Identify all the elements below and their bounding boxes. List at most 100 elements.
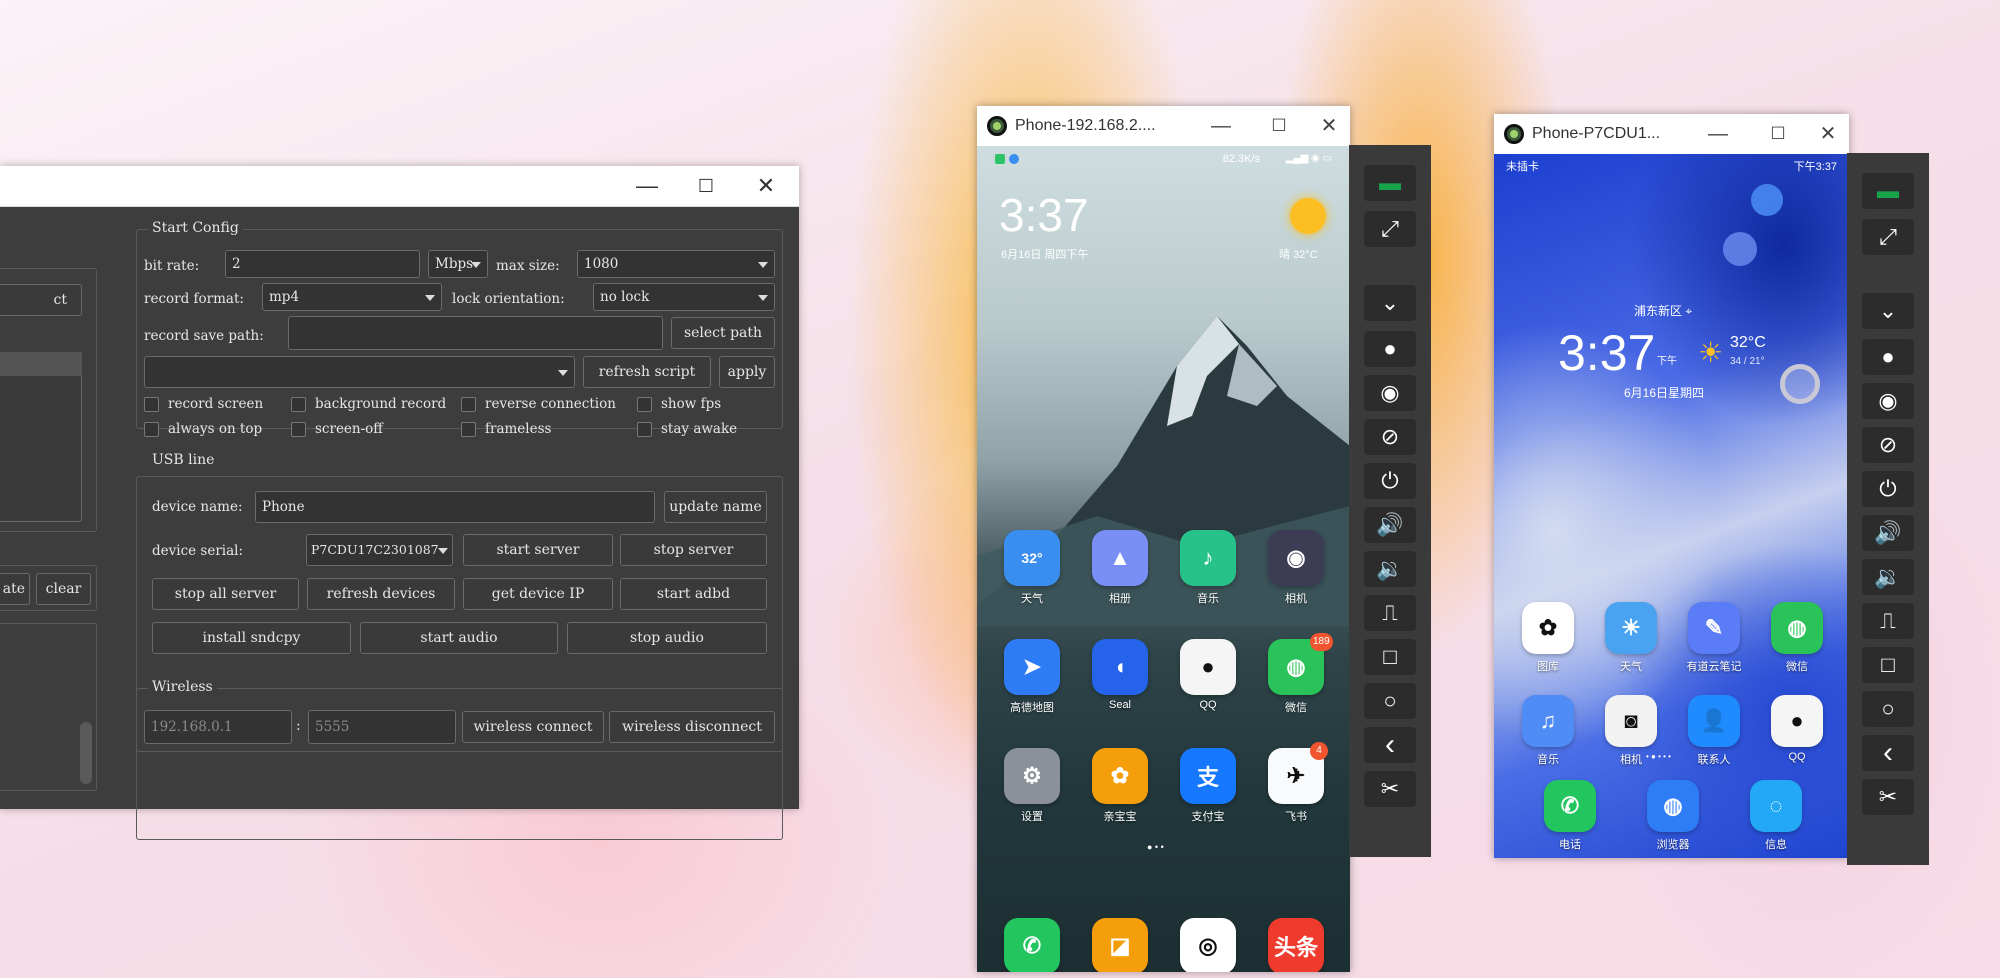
start-audio-button[interactable]: start audio — [360, 622, 558, 654]
app-icon[interactable]: ✿ — [1092, 748, 1148, 804]
volume-down-icon[interactable]: 🔉 — [1862, 559, 1914, 595]
app-icon[interactable]: ◍ — [1647, 780, 1699, 832]
eye-off-icon[interactable]: ⊘ — [1862, 427, 1914, 463]
start-adbd-button[interactable]: start adbd — [620, 578, 767, 610]
minimize-button[interactable]: — — [624, 166, 670, 206]
app-icon[interactable]: ➤ — [1004, 639, 1060, 695]
switch-icon[interactable]: ⎍ — [1364, 595, 1416, 631]
show-fps-checkbox[interactable]: show fps — [637, 396, 721, 412]
close-button[interactable]: ✕ — [743, 166, 789, 206]
log-scrollbar[interactable] — [80, 722, 92, 784]
minimize-button[interactable]: — — [1696, 114, 1740, 154]
maximize-button[interactable]: ☐ — [1756, 114, 1800, 154]
volume-up-icon[interactable]: 🔊 — [1364, 507, 1416, 543]
app-icon[interactable]: ✆ — [1544, 780, 1596, 832]
volume-up-icon[interactable]: 🔊 — [1862, 515, 1914, 551]
app-icon[interactable]: ◍ — [1771, 602, 1823, 654]
chevrons-down-icon[interactable]: ⌄ — [1364, 285, 1416, 321]
phone1-screen[interactable]: 82.3K/s ▂▄▆ ◉ ▭ 3:37 6月16日 周四下午 晴 32°C 3… — [977, 146, 1350, 972]
stop-all-server-button[interactable]: stop all server — [152, 578, 299, 610]
eye-off-icon[interactable]: ⊘ — [1364, 419, 1416, 455]
power-icon[interactable]: ⏻ — [1862, 471, 1914, 507]
stop-server-button[interactable]: stop server — [620, 534, 767, 566]
scissors-icon[interactable]: ✂ — [1862, 779, 1914, 815]
app-icon[interactable]: 32° — [1004, 530, 1060, 586]
refresh-script-button[interactable]: refresh script — [583, 356, 711, 388]
record-format-select[interactable]: mp4 — [262, 283, 442, 311]
app-icon[interactable]: ▲ — [1092, 530, 1148, 586]
app-icon[interactable]: ◙ — [1605, 695, 1657, 747]
bit-rate-input[interactable]: 2 — [225, 250, 420, 278]
update-button-partial[interactable]: ate — [0, 573, 30, 605]
app-icon[interactable]: ♪ — [1180, 530, 1236, 586]
refresh-devices-button[interactable]: refresh devices — [307, 578, 455, 610]
switch-icon[interactable]: ⎍ — [1862, 603, 1914, 639]
app-icon[interactable]: ✿ — [1522, 602, 1574, 654]
back-icon[interactable]: ‹ — [1364, 727, 1416, 763]
app-icon[interactable]: ◖ — [1092, 639, 1148, 695]
close-button[interactable]: ✕ — [1806, 114, 1850, 154]
close-button[interactable]: ✕ — [1307, 106, 1351, 146]
app-icon[interactable]: ⚙ — [1004, 748, 1060, 804]
wireless-connect-button[interactable]: wireless connect — [462, 711, 604, 743]
wireless-disconnect-button[interactable]: wireless disconnect — [609, 711, 775, 743]
app-icon[interactable]: 👤 — [1688, 695, 1740, 747]
lock-orientation-select[interactable]: no lock — [593, 283, 775, 311]
assistive-touch-button[interactable] — [1780, 364, 1820, 404]
device-name-input[interactable]: Phone — [255, 491, 655, 523]
power-icon[interactable]: ⏻ — [1364, 463, 1416, 499]
back-icon[interactable]: ‹ — [1862, 735, 1914, 771]
app-icon[interactable]: ● — [1771, 695, 1823, 747]
background-record-checkbox[interactable]: background record — [291, 396, 446, 412]
maximize-button[interactable]: ☐ — [1257, 106, 1301, 146]
fullscreen-icon[interactable]: ⤢ — [1364, 211, 1416, 247]
screen-off-checkbox[interactable]: screen-off — [291, 421, 383, 437]
apply-button[interactable]: apply — [719, 356, 775, 388]
script-select[interactable] — [144, 356, 575, 388]
app-icon[interactable]: ◪ — [1092, 918, 1148, 972]
wireless-port-input[interactable]: 5555 — [308, 710, 456, 744]
app-icon[interactable]: 头条 — [1268, 918, 1324, 972]
always-on-top-checkbox[interactable]: always on top — [144, 421, 262, 437]
keyboard-icon[interactable]: ▬ — [1862, 173, 1914, 209]
wireless-ip-input[interactable]: 192.168.0.1 — [144, 710, 292, 744]
app-icon[interactable]: ♫ — [1522, 695, 1574, 747]
max-size-select[interactable]: 1080 — [577, 250, 775, 278]
app-icon[interactable]: ● — [1180, 639, 1236, 695]
volume-down-icon[interactable]: 🔉 — [1364, 551, 1416, 587]
record-screen-checkbox[interactable]: record screen — [144, 396, 263, 412]
frameless-checkbox[interactable]: frameless — [461, 421, 551, 437]
keyboard-icon[interactable]: ▬ — [1364, 165, 1416, 201]
app-icon[interactable]: ◉ — [1268, 530, 1324, 586]
app-icon[interactable]: 支 — [1180, 748, 1236, 804]
connect-button-partial[interactable]: ct — [0, 284, 82, 316]
minimize-button[interactable]: — — [1199, 106, 1243, 146]
maximize-button[interactable]: ☐ — [683, 166, 729, 206]
square-icon[interactable]: □ — [1862, 647, 1914, 683]
app-icon[interactable]: ◌ — [1750, 780, 1802, 832]
record-icon[interactable]: ● — [1862, 339, 1914, 375]
eye-icon[interactable]: ◉ — [1862, 383, 1914, 419]
update-name-button[interactable]: update name — [664, 491, 767, 523]
phone2-screen[interactable]: 未插卡 下午3:37 浦东新区 ⌖ 3:37 下午 ☀ 32°C 34 / 21… — [1494, 154, 1849, 858]
eye-icon[interactable]: ◉ — [1364, 375, 1416, 411]
bit-rate-unit-select[interactable]: Mbps — [428, 250, 488, 278]
select-path-button[interactable]: select path — [671, 317, 775, 349]
record-icon[interactable]: ● — [1364, 331, 1416, 367]
reverse-connection-checkbox[interactable]: reverse connection — [461, 396, 616, 412]
app-icon[interactable]: ✆ — [1004, 918, 1060, 972]
circle-icon[interactable]: ○ — [1862, 691, 1914, 727]
app-icon[interactable]: ✎ — [1688, 602, 1740, 654]
fullscreen-icon[interactable]: ⤢ — [1862, 219, 1914, 255]
stay-awake-checkbox[interactable]: stay awake — [637, 421, 737, 437]
square-icon[interactable]: □ — [1364, 639, 1416, 675]
get-device-ip-button[interactable]: get device IP — [463, 578, 613, 610]
device-serial-select[interactable]: P7CDU17C2301087 — [306, 534, 453, 566]
start-server-button[interactable]: start server — [463, 534, 613, 566]
device-list[interactable] — [0, 352, 82, 522]
install-sndcpy-button[interactable]: install sndcpy — [152, 622, 351, 654]
circle-icon[interactable]: ○ — [1364, 683, 1416, 719]
app-icon[interactable]: ☀ — [1605, 602, 1657, 654]
scissors-icon[interactable]: ✂ — [1364, 771, 1416, 807]
app-icon[interactable]: ◎ — [1180, 918, 1236, 972]
